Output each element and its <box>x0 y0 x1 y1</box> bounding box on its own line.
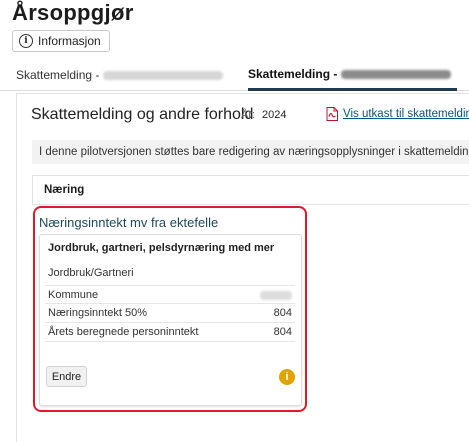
naering-header: Næring <box>32 175 469 205</box>
draft-tax-return-link[interactable]: Vis utkast til skattemelding <box>326 107 469 121</box>
page: Årsoppgjør i Informasjon Skattemelding -… <box>0 0 469 442</box>
row-label: Kommune <box>48 289 99 301</box>
income-section-title: Næringsinntekt mv fra ektefelle <box>39 215 219 230</box>
redacted-name <box>103 70 224 80</box>
section-title: Skattemelding og andre forhold <box>31 106 254 123</box>
row-value-redacted <box>260 291 292 300</box>
page-title: Årsoppgjør <box>12 0 134 25</box>
tab-bar: Skattemelding - Skattemelding - <box>0 60 469 91</box>
card-row-naeringsinntekt: Næringsinntekt 50% 804 <box>45 304 295 323</box>
row-value: 804 <box>273 326 292 338</box>
year-value: 2024 <box>262 109 287 121</box>
redacted-name <box>341 69 452 79</box>
information-button[interactable]: i Informasjon <box>12 30 110 52</box>
pdf-icon <box>326 107 338 121</box>
information-button-label: Informasjon <box>38 34 101 48</box>
row-label: Næringsinntekt 50% <box>48 307 148 319</box>
tab-label: Skattemelding - <box>248 67 338 81</box>
card-row-kommune: Kommune <box>45 285 295 304</box>
year-label: År: <box>241 109 256 121</box>
business-card-subheading: Jordbruk/Gartneri <box>48 267 134 279</box>
row-value: 804 <box>273 307 292 319</box>
edit-button[interactable]: Endre <box>46 366 87 387</box>
info-circle-icon: i <box>19 34 33 48</box>
tab-label: Skattemelding - <box>16 68 100 82</box>
tab-skattemelding-1[interactable]: Skattemelding - <box>16 60 224 90</box>
info-warning-icon[interactable]: i <box>279 369 295 385</box>
draft-link-label: Vis utkast til skattemelding <box>343 108 469 120</box>
pilot-notice: I denne pilotversjonen støttes bare redi… <box>32 140 469 164</box>
tab-skattemelding-2[interactable]: Skattemelding - <box>248 60 458 91</box>
card-row-personinntekt: Årets beregnede personinntekt 804 <box>45 323 295 342</box>
business-card-heading: Jordbruk, gartneri, pelsdyrnæring med me… <box>48 242 275 254</box>
row-label: Årets beregnede personinntekt <box>48 326 199 338</box>
